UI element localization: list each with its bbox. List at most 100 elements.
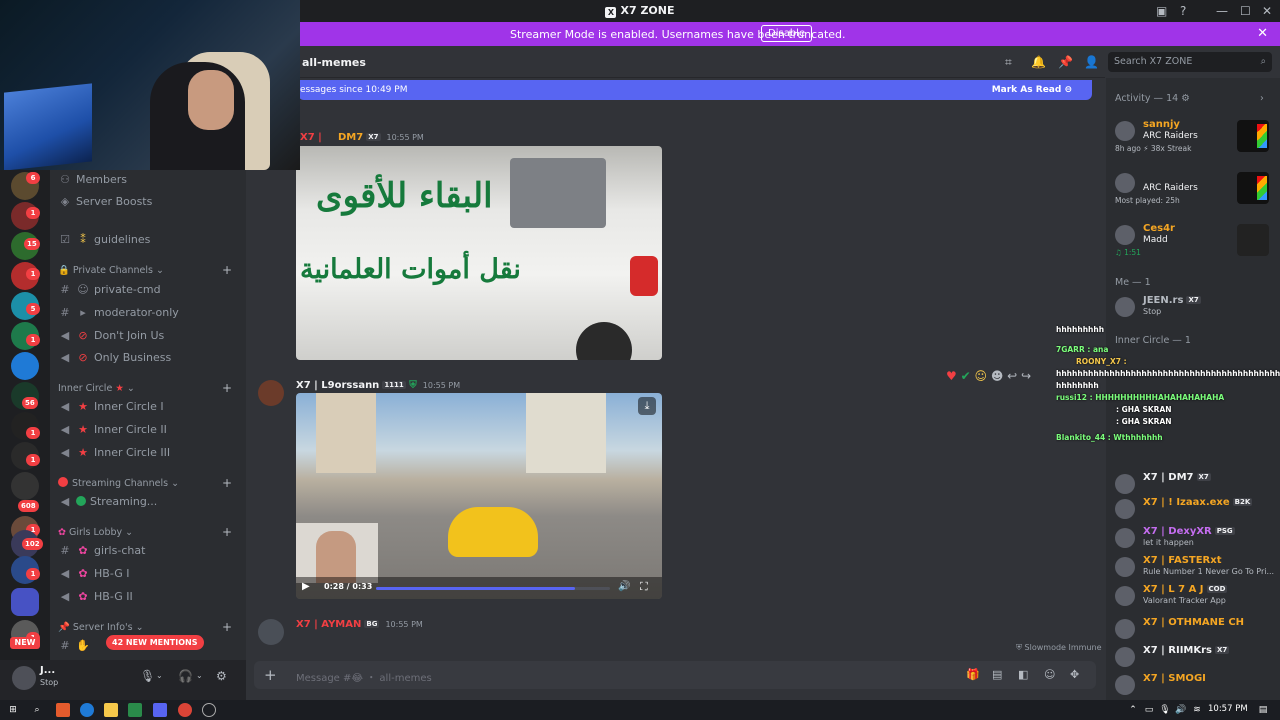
microphone-icon[interactable]: 🎙: [1158, 703, 1172, 717]
mark-as-read-button[interactable]: Mark As Read ⊖: [992, 85, 1072, 95]
edge-icon[interactable]: [80, 703, 94, 717]
folder-icon[interactable]: [104, 703, 118, 717]
chrome-icon[interactable]: [178, 703, 192, 717]
channel-private-cmd[interactable]: # ☺ private-cmd: [58, 280, 238, 300]
check-reaction-icon[interactable]: ✔: [961, 369, 971, 383]
server-icon[interactable]: [11, 472, 39, 500]
gear-icon[interactable]: ⚙: [216, 669, 227, 683]
inbox-icon[interactable]: ▣: [1156, 4, 1167, 18]
message-author[interactable]: X7 | L9orssann 1111 ⛨ 10:55 PM: [296, 380, 460, 391]
heart-reaction-icon[interactable]: ♥: [946, 369, 957, 383]
activity-header[interactable]: Activity — 14 ⚙ ›: [1115, 93, 1264, 104]
channel-hbg-1[interactable]: ◀ ✿ HB-G I: [58, 564, 238, 584]
apps-icon[interactable]: ✥: [1070, 668, 1079, 681]
chevron-right-icon[interactable]: ›: [1260, 93, 1264, 104]
channel-moderator-only[interactable]: # ▸ moderator-only: [58, 303, 238, 323]
forward-icon[interactable]: ↪: [1021, 369, 1031, 383]
bell-icon[interactable]: 🔔: [1031, 55, 1046, 69]
pin-icon[interactable]: 📌: [1058, 55, 1073, 69]
notifications-icon[interactable]: ▤: [1256, 703, 1270, 717]
message-image-van[interactable]: البقاء للأقوى نقل أموات العلمانية: [296, 146, 662, 360]
sticker-icon[interactable]: ◧: [1018, 668, 1028, 681]
close-icon[interactable]: ✕: [1257, 26, 1268, 41]
channel-dont-join-us[interactable]: ◀ ⊘ Don't Join Us: [58, 326, 238, 346]
reply-icon[interactable]: ↩: [1007, 369, 1017, 383]
message-author[interactable]: X7 | AYMAN BG 10:55 PM: [296, 619, 423, 630]
avatar[interactable]: [258, 619, 284, 645]
new-mentions-pill[interactable]: 42 NEW MENTIONS: [106, 635, 204, 650]
add-attachment-icon[interactable]: +: [264, 666, 277, 684]
me-header[interactable]: Me — 1: [1115, 277, 1151, 288]
app-icon[interactable]: [202, 703, 216, 717]
wifi-icon[interactable]: ≋: [1190, 703, 1204, 717]
member-row[interactable]: X7 | DexyXR PSG let it happen: [1115, 526, 1275, 556]
gift-icon[interactable]: 🎁: [966, 668, 980, 681]
download-icon[interactable]: ⤓: [638, 397, 656, 415]
add-channel-icon[interactable]: +: [222, 525, 232, 539]
avatar[interactable]: [258, 380, 284, 406]
threads-icon[interactable]: ⌗: [1005, 55, 1012, 70]
chevron-up-icon[interactable]: ⌃: [1126, 703, 1140, 717]
volume-icon[interactable]: 🔊: [1174, 703, 1188, 717]
category-streaming[interactable]: Streaming Channels ⌄ +: [58, 476, 238, 491]
app-icon[interactable]: [56, 703, 70, 717]
member-row[interactable]: X7 | SMOGI: [1115, 673, 1275, 703]
server-icon[interactable]: [11, 352, 39, 380]
new-messages-bar[interactable]: essages since 10:49 PM Mark As Read ⊖: [298, 80, 1092, 100]
windows-start-icon[interactable]: ⊞: [6, 703, 20, 717]
play-icon[interactable]: ▶: [302, 581, 310, 592]
gif-icon[interactable]: ▤: [992, 668, 1002, 681]
channel-inner-circle-1[interactable]: ◀ ★ Inner Circle I: [58, 397, 238, 417]
channel-hbg-2[interactable]: ◀ ✿ HB-G II: [58, 587, 238, 607]
search-input[interactable]: Search X7 ZONE ⌕: [1108, 52, 1272, 72]
chevron-down-icon[interactable]: ⌄: [156, 671, 163, 680]
channel-only-business[interactable]: ◀ ⊘ Only Business: [58, 348, 238, 368]
channel-streaming[interactable]: ◀ Streaming...: [58, 492, 238, 512]
app-icon[interactable]: [128, 703, 142, 717]
headphones-icon[interactable]: 🎧: [178, 669, 193, 683]
channel-inner-circle-2[interactable]: ◀ ★ Inner Circle II: [58, 420, 238, 440]
category-private[interactable]: 🔒 Private Channels ⌄ +: [58, 263, 238, 278]
fullscreen-icon[interactable]: ⛶: [640, 580, 648, 594]
member-row[interactable]: JEEN.rs X7 Stop: [1115, 295, 1275, 325]
add-channel-icon[interactable]: +: [222, 476, 232, 490]
category-girls-lobby[interactable]: ✿ Girls Lobby ⌄ +: [58, 525, 238, 540]
network-icon[interactable]: ▭: [1142, 703, 1156, 717]
emoji-icon[interactable]: ☺: [1044, 668, 1055, 681]
close-button[interactable]: ✕: [1262, 4, 1272, 18]
message-composer[interactable]: + Message #😂 ・ all-memes 🎁 ▤ ◧ ☺ ✥: [254, 661, 1096, 689]
add-channel-icon[interactable]: +: [222, 620, 232, 634]
channel-girls-chat[interactable]: # ✿ girls-chat: [58, 541, 238, 561]
message-author[interactable]: DM7 X7 10:55 PM: [338, 132, 424, 143]
disable-button[interactable]: Disable: [761, 25, 813, 42]
add-reaction-icon[interactable]: ☻: [991, 369, 1004, 383]
member-row[interactable]: X7 | FASTERxt Rule Number 1 Never Go To P…: [1115, 555, 1275, 585]
channel-server-boosts[interactable]: ◈ Server Boosts: [58, 192, 238, 212]
search-icon[interactable]: ⌕: [30, 703, 44, 717]
add-channel-icon[interactable]: +: [222, 263, 232, 277]
video-player[interactable]: ⤓ ▶ 0:28 / 0:33 🔊 ⛶: [296, 393, 662, 599]
message-author-prefix[interactable]: X7 |: [300, 132, 322, 143]
member-row[interactable]: X7 | ! Izaax.exe B2K: [1115, 497, 1275, 527]
taskbar-clock[interactable]: 10:57 PM: [1208, 704, 1248, 714]
maximize-button[interactable]: ☐: [1240, 4, 1251, 18]
message-input[interactable]: Message #😂 ・ all-memes: [296, 669, 432, 684]
member-row[interactable]: X7 | L 7 A J COD Valorant Tracker App: [1115, 584, 1275, 614]
video-progress-bar[interactable]: [376, 587, 610, 590]
discord-icon[interactable]: [153, 703, 167, 717]
channel-guidelines[interactable]: ☑ ⁑ guidelines: [58, 230, 238, 250]
help-icon[interactable]: ?: [1180, 4, 1186, 18]
chevron-down-icon[interactable]: ⌄: [196, 671, 203, 680]
member-row[interactable]: X7 | RIIMKrs X7: [1115, 645, 1275, 675]
category-server-info[interactable]: 📌 Server Info's ⌄ +: [58, 620, 238, 635]
avatar[interactable]: [12, 666, 36, 690]
laugh-reaction-icon[interactable]: ☺: [974, 369, 987, 383]
member-list-icon[interactable]: 👤: [1084, 55, 1099, 69]
channel-members[interactable]: ⚇ Members: [58, 170, 238, 190]
category-inner-circle[interactable]: Inner Circle ★ ⌄ +: [58, 381, 238, 396]
member-row[interactable]: X7 | OTHMANE CH: [1115, 617, 1275, 647]
volume-icon[interactable]: 🔊: [618, 581, 630, 592]
folder-icon[interactable]: [11, 588, 39, 616]
microphone-icon[interactable]: 🎙: [140, 669, 155, 683]
minimize-button[interactable]: —: [1216, 4, 1228, 18]
